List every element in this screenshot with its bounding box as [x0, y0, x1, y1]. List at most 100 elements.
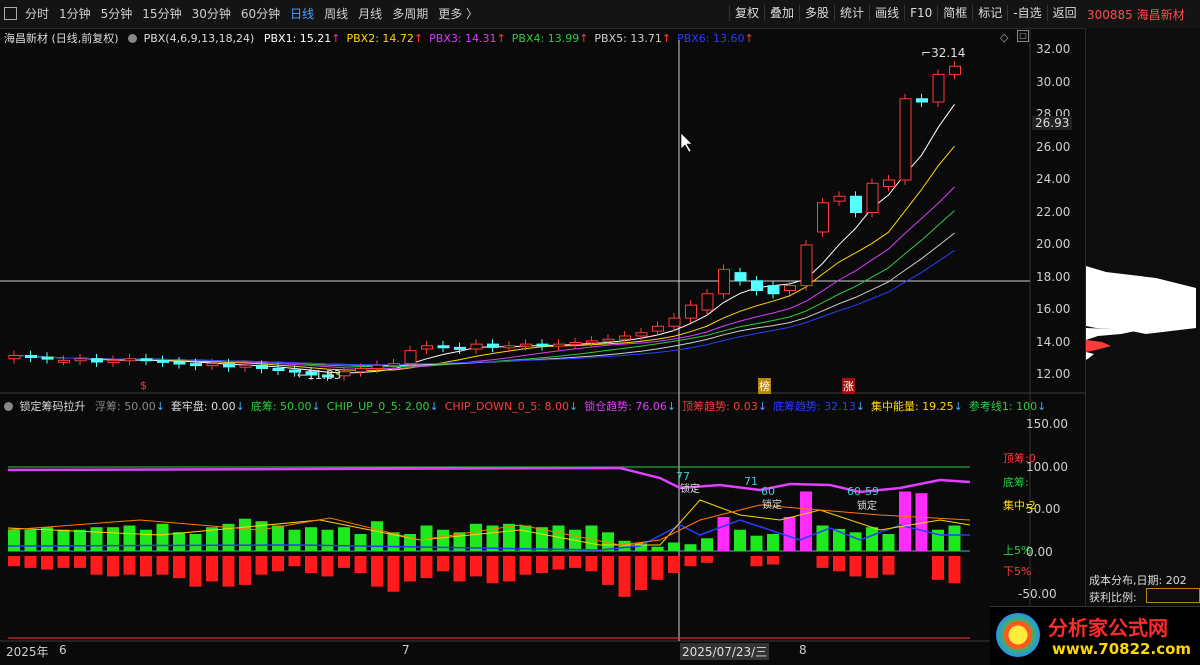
candle-body	[718, 268, 730, 295]
chip-down-bar	[453, 556, 466, 582]
candle-body	[371, 364, 384, 369]
candle-body	[206, 363, 219, 367]
chip-up-bar	[272, 525, 284, 551]
candle-body	[866, 182, 879, 213]
chip-down-bar	[239, 556, 251, 585]
candle-body	[883, 179, 895, 187]
candle-body	[602, 338, 615, 342]
chip-up-bar	[618, 540, 631, 551]
ma-line	[13, 186, 955, 370]
candle-body	[91, 358, 103, 363]
sub-value: 套牢盘: 0.00	[170, 400, 236, 413]
sub-chart-title: 锁定筹码拉升 浮筹: 50.00↓ 套牢盘: 0.00↓ 底筹: 50.00↓ CHI…	[4, 398, 1046, 414]
chip-down-bar	[338, 556, 350, 568]
site-logo: 分析家公式网 www.70822.com	[990, 606, 1200, 665]
diamond-icon[interactable]: ◇	[1000, 31, 1008, 44]
candle-body	[899, 98, 912, 181]
candle-body	[520, 343, 532, 347]
sub-right-label: 底筹:	[1003, 476, 1029, 489]
chip-up-bar	[734, 529, 746, 551]
chip-down-bar	[701, 556, 713, 563]
candle-body	[569, 342, 582, 345]
chip-down-bar	[41, 556, 53, 570]
chip-up-bar	[668, 542, 680, 551]
candle-body	[635, 332, 648, 337]
chip-down-bar	[618, 556, 631, 597]
down-arrow-icon: ↓	[666, 400, 677, 413]
sub-value: 集中能量: 19.25	[870, 400, 954, 413]
chip-up-bar	[305, 527, 317, 551]
chip-down-bar	[420, 556, 433, 579]
ma-lines	[13, 104, 955, 374]
lock-label: 锁定	[857, 501, 877, 512]
price-tick: 18.00	[1036, 269, 1071, 284]
ma-line	[13, 232, 955, 367]
candle-body	[454, 346, 466, 350]
candle-body	[223, 363, 235, 368]
kline-chart[interactable]	[0, 0, 1085, 664]
chip-up-bar	[338, 527, 350, 551]
candle-body	[751, 280, 763, 291]
chip-down-bar	[866, 556, 878, 579]
chip-down-bar	[354, 556, 367, 573]
chip-down-bar	[684, 556, 697, 567]
down-arrow-icon: ↓	[311, 400, 321, 413]
chip-up-bar	[90, 527, 103, 551]
chip-down-bar	[437, 556, 449, 572]
sub-toggle-icon[interactable]	[4, 402, 13, 411]
chip-down-bar	[585, 556, 598, 572]
mouse-cursor-icon	[680, 132, 693, 153]
chip-down-bar	[486, 556, 499, 584]
cost-date-label: 成本分布,日期: 202	[1089, 574, 1187, 587]
chip-down-bar	[288, 556, 301, 567]
chip-up-bar	[107, 527, 119, 551]
price-tick: 32.00	[1036, 42, 1071, 56]
candle-body	[553, 343, 565, 347]
sub-value: CHIP_UP_0_5: 2.00	[326, 400, 430, 413]
chip-up-bar	[173, 532, 185, 551]
profit-ratio-box	[1146, 588, 1200, 603]
chip-up-bar	[866, 527, 878, 551]
chip-up-bar	[288, 529, 301, 551]
chip-down-bar	[173, 556, 185, 579]
lock-label: 锁定	[762, 500, 782, 511]
candle-body	[272, 368, 285, 371]
candle-body	[256, 364, 268, 369]
chip-down-bar	[932, 556, 944, 580]
chip-down-bar	[668, 556, 680, 573]
down-arrow-icon: ↓	[855, 400, 865, 413]
chip-down-bar	[767, 556, 779, 565]
candle-body	[239, 364, 252, 368]
chip-down-bar	[519, 556, 532, 575]
price-tick: 30.00	[1036, 74, 1071, 89]
candle-body	[652, 325, 664, 332]
logo-name: 分析家公式网	[1048, 616, 1168, 640]
chip-down-bar	[470, 556, 482, 577]
candle-body	[388, 363, 400, 367]
collapse-icon[interactable]: □	[1017, 30, 1029, 42]
sub-indicator-values: 浮筹: 50.00↓ 套牢盘: 0.00↓ 底筹: 50.00↓ CHIP_UP_0_…	[89, 400, 1046, 413]
chip-down-bar	[321, 556, 334, 577]
chip-up-bar	[41, 527, 53, 551]
chip-up-bar	[321, 529, 334, 551]
candle-body	[767, 285, 780, 295]
chip-bars	[8, 466, 970, 639]
price-tick: 22.00	[1036, 204, 1071, 219]
chip-down-bar	[24, 556, 37, 568]
month-6: 6	[59, 643, 67, 657]
candle-body	[734, 272, 747, 282]
chip-down-bar	[57, 556, 70, 568]
candle-body	[668, 317, 681, 327]
logo-url: www.70822.com	[1052, 640, 1192, 658]
candle-body	[58, 359, 70, 363]
chip-up-bar	[140, 529, 152, 551]
chip-down-bar	[536, 556, 548, 573]
candle-body	[355, 368, 367, 373]
candle-body	[437, 345, 450, 349]
sub-indicator-name[interactable]: 锁定筹码拉升	[20, 400, 86, 413]
chip-down-bar	[948, 556, 961, 584]
candle-body	[817, 202, 829, 233]
candle-body	[916, 98, 928, 103]
sub-value: 锁仓趋势: 76.06	[584, 400, 667, 413]
chip-up-bar	[701, 538, 713, 551]
